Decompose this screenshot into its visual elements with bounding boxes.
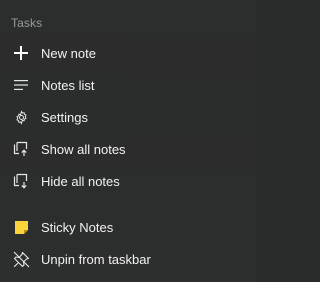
list-icon bbox=[12, 76, 30, 94]
task-hide-all-notes[interactable]: Hide all notes bbox=[0, 165, 256, 197]
taskbar-jumplist: Tasks New note Notes list Settings Show … bbox=[0, 0, 256, 282]
task-label: New note bbox=[41, 45, 96, 61]
gear-icon bbox=[12, 108, 30, 126]
task-label: Notes list bbox=[41, 77, 95, 93]
unpin-label: Unpin from taskbar bbox=[41, 251, 151, 267]
sticky-notes-app-icon bbox=[12, 218, 30, 236]
task-label: Settings bbox=[41, 109, 88, 125]
unpin-icon bbox=[12, 250, 30, 268]
task-show-all-notes[interactable]: Show all notes bbox=[0, 133, 256, 165]
section-title-tasks: Tasks bbox=[11, 16, 43, 30]
show-windows-icon bbox=[12, 140, 30, 158]
app-label: Sticky Notes bbox=[41, 219, 114, 235]
task-new-note[interactable]: New note bbox=[0, 37, 256, 69]
hide-windows-icon bbox=[12, 172, 30, 190]
app-sticky-notes[interactable]: Sticky Notes bbox=[0, 211, 256, 243]
unpin-from-taskbar[interactable]: Unpin from taskbar bbox=[0, 243, 256, 275]
task-label: Show all notes bbox=[41, 141, 126, 157]
plus-icon bbox=[12, 44, 30, 62]
task-settings[interactable]: Settings bbox=[0, 101, 256, 133]
divider bbox=[0, 206, 256, 207]
task-label: Hide all notes bbox=[41, 173, 120, 189]
task-notes-list[interactable]: Notes list bbox=[0, 69, 256, 101]
